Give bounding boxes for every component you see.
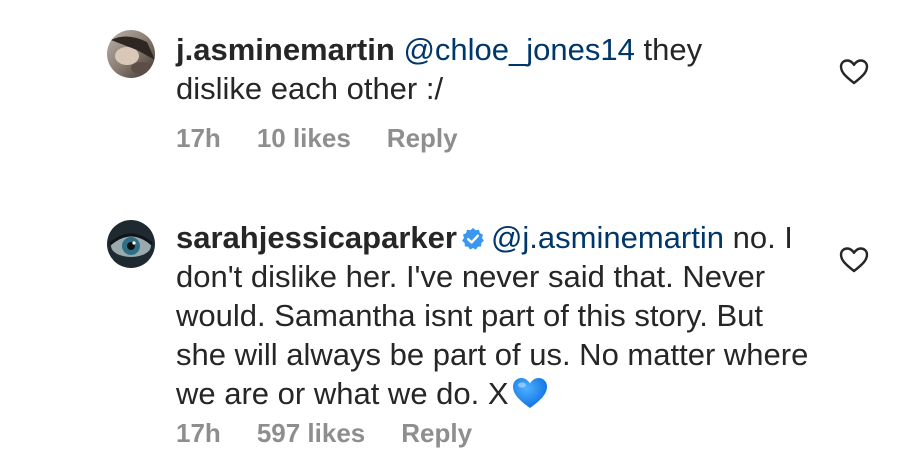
eye-avatar-photo-icon — [107, 220, 155, 268]
comment-body-continued: dislike each other :/ — [176, 71, 444, 106]
likes-count[interactable]: 597 likes — [257, 418, 365, 448]
avatar[interactable] — [107, 30, 155, 78]
blue-heart-emoji-icon — [512, 378, 547, 408]
reply-button[interactable]: Reply — [387, 123, 458, 153]
verified-badge-icon — [462, 228, 484, 250]
likes-count[interactable]: 10 likes — [257, 123, 351, 153]
comment-timestamp[interactable]: 17h — [176, 123, 221, 153]
like-heart-icon[interactable] — [839, 58, 869, 86]
comment-body: they — [634, 32, 703, 67]
avatar[interactable] — [107, 220, 155, 268]
comment-meta: 17h 10 likes Reply — [176, 123, 494, 153]
comment-text: j.asminemartin @chloe_jones14 they disli… — [176, 30, 826, 108]
comment-item: j.asminemartin @chloe_jones14 they disli… — [0, 0, 915, 190]
user-avatar-photo-icon — [107, 30, 155, 78]
comment-timestamp[interactable]: 17h — [176, 418, 221, 448]
reply-button[interactable]: Reply — [401, 418, 472, 448]
comment-meta: 17h 597 likes Reply — [176, 418, 508, 448]
like-heart-icon[interactable] — [839, 246, 869, 274]
comment-username[interactable]: sarahjessicaparker — [176, 220, 457, 255]
comment-item: sarahjessicaparker @j.asminemartin no. I … — [0, 190, 915, 471]
comment-text: sarahjessicaparker @j.asminemartin no. I … — [176, 218, 816, 413]
mention-link[interactable]: @j.asminemartin — [491, 220, 724, 255]
mention-link[interactable]: @chloe_jones14 — [403, 32, 634, 67]
comment-username[interactable]: j.asminemartin — [176, 32, 395, 67]
